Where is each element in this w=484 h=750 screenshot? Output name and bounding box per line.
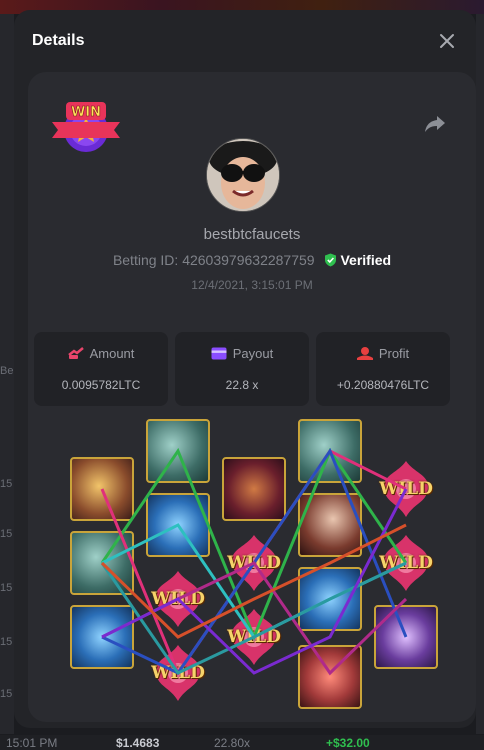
- reel-symbol-pipa: [222, 457, 286, 521]
- bottom-time: 15:01 PM: [6, 736, 58, 750]
- background-time-stub: 15: [0, 688, 13, 700]
- reel-symbol-wild: WILD: [146, 641, 210, 705]
- betting-id-label: Betting ID:: [112, 252, 179, 268]
- background-time-stub: 15: [0, 528, 13, 540]
- reel-symbol-wild: WILD: [222, 605, 286, 669]
- username[interactable]: bestbtcfaucets: [28, 226, 476, 243]
- betting-id: 42603979632287759: [182, 252, 315, 268]
- profit-icon: [356, 347, 373, 360]
- avatar: [206, 138, 280, 212]
- background-time-stub: 15: [0, 478, 13, 490]
- reel-symbol-wild: WILD: [146, 567, 210, 631]
- modal-title: Details: [32, 32, 85, 49]
- background-time-stub: 15: [0, 636, 13, 648]
- wild-label: WILD: [227, 627, 281, 647]
- share-icon[interactable]: [424, 114, 446, 134]
- close-icon[interactable]: [438, 32, 456, 50]
- reel-symbol-lips: [298, 645, 362, 709]
- wild-label: WILD: [227, 553, 281, 573]
- reel-symbol-ring: [374, 605, 438, 669]
- amount-icon: [67, 347, 84, 359]
- payout-label: Payout: [232, 346, 274, 361]
- bottom-profit: +$32.00: [326, 736, 370, 750]
- profit-label: Profit: [378, 346, 410, 361]
- betting-id-row: Betting ID: 42603979632287759 Verified: [28, 252, 476, 268]
- avatar-image: [207, 139, 279, 211]
- reel-symbol-lotus: [298, 567, 362, 631]
- payout-stat: Payout 22.8 x: [175, 332, 309, 406]
- payout-value: 22.8 x: [225, 378, 259, 392]
- background-row-stub: Be: [0, 365, 14, 377]
- verified-label: Verified: [340, 252, 392, 268]
- wild-label: WILD: [151, 663, 205, 683]
- reel-symbol-book: [70, 531, 134, 595]
- reel-symbol-lotus: [146, 493, 210, 557]
- profit-value: +0.20880476LTC: [336, 378, 430, 392]
- bet-details-card: WIN bestbtcfaucets Betting ID: 426039796…: [28, 72, 476, 722]
- amount-label: Amount: [89, 346, 135, 361]
- reel-symbol-book: [298, 419, 362, 483]
- verified-shield-icon: [325, 253, 337, 267]
- reel-symbol-wild: WILD: [222, 531, 286, 595]
- profit-stat: Profit +0.20880476LTC: [316, 332, 450, 406]
- slot-reels: WILD WILD WILD WILD WILD WILD: [28, 417, 476, 717]
- background-bottom-row[interactable]: 15:01 PM $1.4683 22.80x +$32.00: [0, 735, 484, 750]
- wild-label: WILD: [379, 553, 433, 573]
- reel-symbol-wild: WILD: [374, 531, 438, 595]
- reel-symbol-book: [146, 419, 210, 483]
- bottom-amount: $1.4683: [116, 736, 160, 750]
- bottom-payout: 22.80x: [214, 736, 251, 750]
- details-modal: Details WIN bestbtcfaucets Betting ID: 4…: [14, 10, 476, 728]
- wild-label: WILD: [379, 479, 433, 499]
- bet-datetime: 12/4/2021, 3:15:01 PM: [191, 278, 313, 292]
- reel-symbol-comb: [70, 457, 134, 521]
- wild-label: WILD: [151, 589, 205, 609]
- background-right-column: [476, 14, 484, 734]
- payout-wallet-icon: [211, 347, 227, 360]
- reel-symbol-lady: [298, 493, 362, 557]
- win-badge-text: WIN: [71, 105, 101, 120]
- amount-stat: Amount 0.0095782LTC: [34, 332, 168, 406]
- reel-symbol-lotus: [70, 605, 134, 669]
- reel-symbol-wild: WILD: [374, 457, 438, 521]
- win-badge-icon: WIN: [52, 102, 120, 152]
- background-time-stub: 15: [0, 582, 13, 594]
- amount-value: 0.0095782LTC: [61, 378, 141, 392]
